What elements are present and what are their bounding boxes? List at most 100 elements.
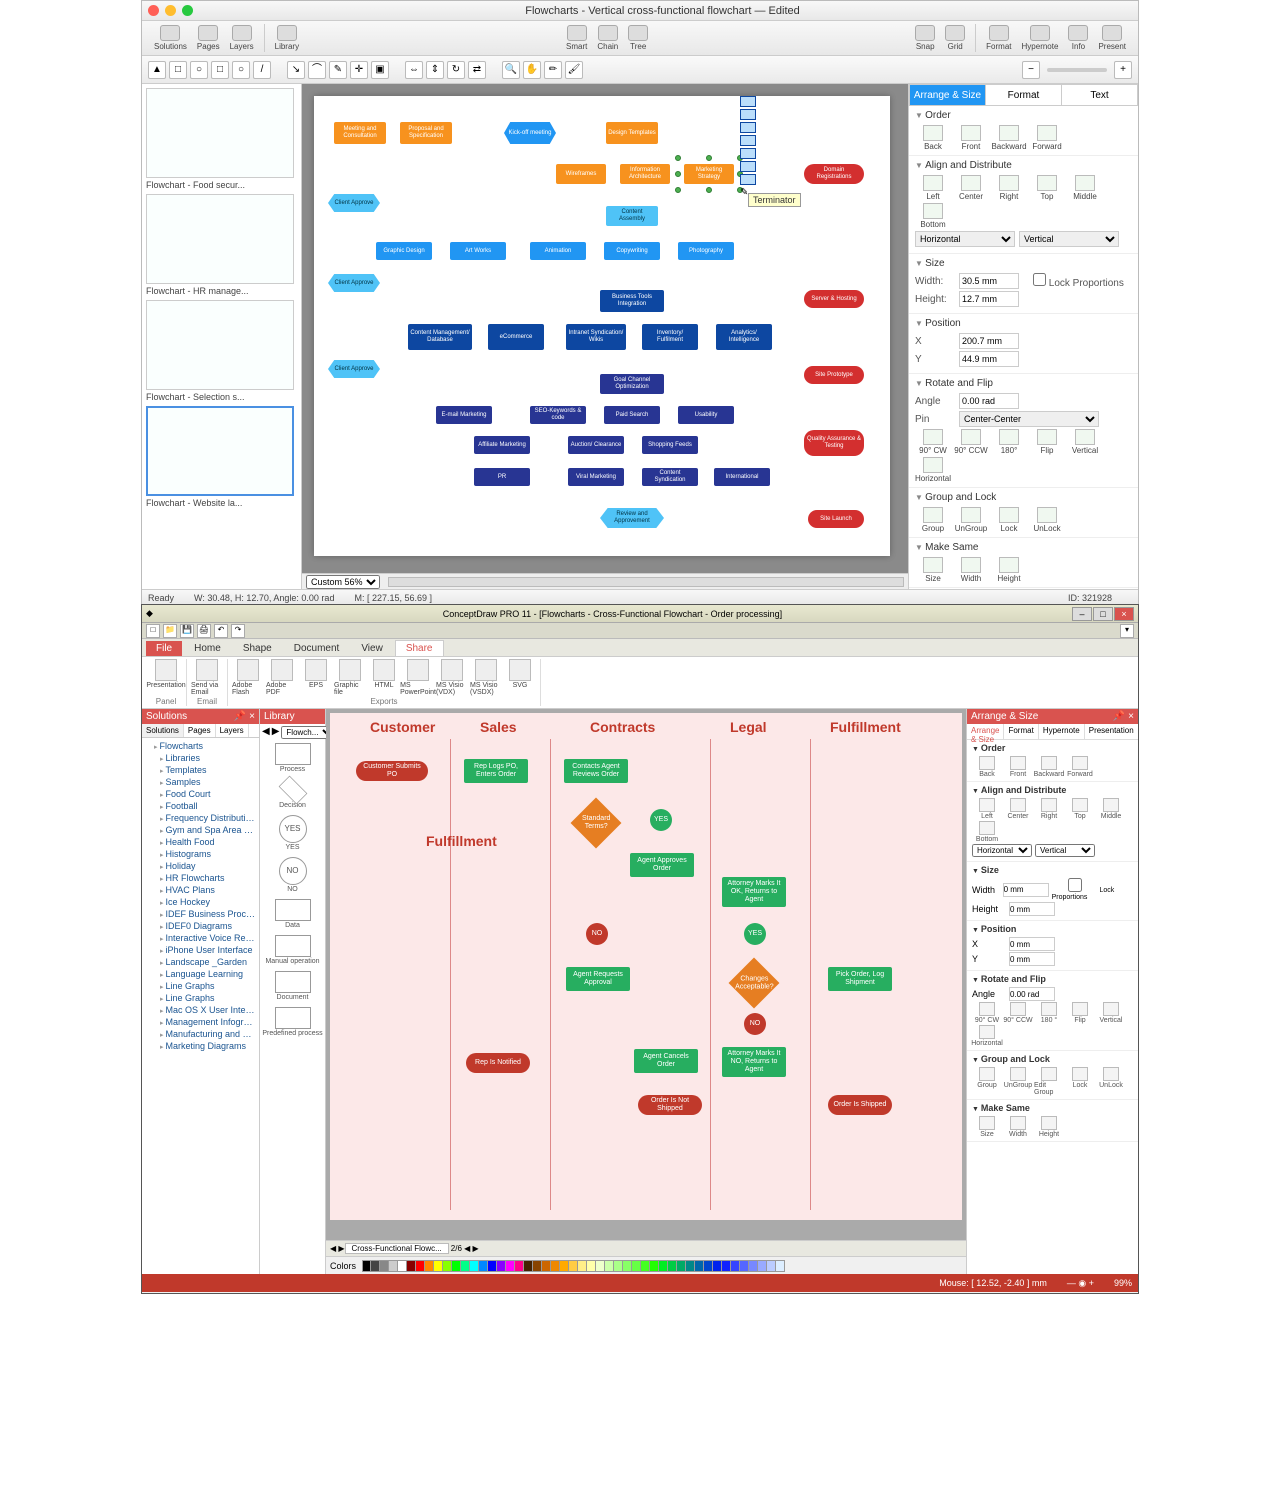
rect-tool-icon[interactable]: □ <box>211 61 229 79</box>
shape[interactable]: Agent Cancels Order <box>634 1049 698 1073</box>
tree-node[interactable]: IDEF Business Process Diagrams <box>144 908 257 920</box>
swatch[interactable] <box>749 1260 758 1272</box>
shape[interactable]: Content Syndication <box>642 468 698 486</box>
shape[interactable]: Standard Terms? <box>571 798 622 849</box>
shape[interactable]: E-mail Marketing <box>436 406 492 424</box>
rotate-ccw-button[interactable]: 90° CCW <box>953 429 989 455</box>
swatch[interactable] <box>659 1260 668 1272</box>
line-tool-icon[interactable]: / <box>253 61 271 79</box>
tree-node[interactable]: IDEF0 Diagrams <box>144 920 257 932</box>
library-item[interactable]: Decision <box>262 779 323 809</box>
swatch[interactable] <box>578 1260 587 1272</box>
qat-undo-icon[interactable]: ↶ <box>214 624 228 638</box>
swatch[interactable] <box>605 1260 614 1272</box>
tree-node[interactable]: Landscape _Garden <box>144 956 257 968</box>
rotate-180-button[interactable]: 180° <box>991 429 1027 455</box>
minimize-button[interactable]: – <box>1072 607 1092 621</box>
ungroup-button[interactable]: UnGroup <box>953 507 989 533</box>
swatch[interactable] <box>704 1260 713 1272</box>
ungroup-button[interactable]: UnGroup <box>1003 1067 1033 1096</box>
solutions-button[interactable]: Solutions <box>150 25 191 51</box>
height-input[interactable] <box>959 291 1019 307</box>
height-input[interactable] <box>1009 902 1055 916</box>
select-tool-icon[interactable]: □ <box>169 61 187 79</box>
tree-node[interactable]: Line Graphs <box>144 992 257 1004</box>
shape[interactable]: Paid Search <box>604 406 660 424</box>
tab-format[interactable]: Format <box>986 84 1062 106</box>
chain-button[interactable]: Chain <box>593 25 622 51</box>
palette-shape[interactable] <box>740 135 756 146</box>
snap-button[interactable]: Snap <box>911 25 939 51</box>
shape[interactable]: International <box>714 468 770 486</box>
qat-redo-icon[interactable]: ↷ <box>231 624 245 638</box>
swatch[interactable] <box>614 1260 623 1272</box>
crop-tool-icon[interactable]: ▣ <box>371 61 389 79</box>
ribbon-presentation-button[interactable]: Presentation <box>150 659 182 689</box>
swatch[interactable] <box>758 1260 767 1272</box>
swatch[interactable] <box>776 1260 785 1272</box>
ribbon-eps-button[interactable]: EPS <box>300 659 332 696</box>
ribbon-tab-shape[interactable]: Shape <box>233 641 282 656</box>
smart-button[interactable]: Smart <box>562 25 591 51</box>
shape[interactable]: Animation <box>530 242 586 260</box>
tree-node[interactable]: Samples <box>144 776 257 788</box>
tree-node[interactable]: Interactive Voice Response Diagrams <box>144 932 257 944</box>
page-thumbnail[interactable]: Flowchart - Selection s... <box>146 300 294 402</box>
swatch[interactable] <box>542 1260 551 1272</box>
tree-node[interactable]: Ice Hockey <box>144 896 257 908</box>
hand-tool-icon[interactable]: ✋ <box>523 61 541 79</box>
text-tool-icon[interactable]: ○ <box>190 61 208 79</box>
flip-h-button[interactable]: Horizontal <box>972 1025 1002 1047</box>
shape[interactable]: eCommerce <box>488 324 544 350</box>
front-button[interactable]: Front <box>1003 756 1033 778</box>
swatch[interactable] <box>380 1260 389 1272</box>
ribbon-tab-view[interactable]: View <box>351 641 393 656</box>
swatch[interactable] <box>389 1260 398 1272</box>
present-button[interactable]: Present <box>1094 25 1130 51</box>
swatch[interactable] <box>443 1260 452 1272</box>
flip-v-button[interactable]: Vertical <box>1067 429 1103 455</box>
rotate-tool-icon[interactable]: ↻ <box>447 61 465 79</box>
lock-button[interactable]: Lock <box>1065 1067 1095 1096</box>
swatch[interactable] <box>470 1260 479 1272</box>
shape[interactable]: Design Templates <box>606 122 658 144</box>
flip-h-button[interactable]: Horizontal <box>915 457 951 483</box>
shape[interactable]: Order Is Shipped <box>828 1095 892 1115</box>
shape[interactable]: Content Assembly <box>606 206 658 226</box>
shape[interactable]: Client Approve <box>328 360 380 378</box>
tree-node[interactable]: Marketing Diagrams <box>144 1040 257 1052</box>
shape[interactable]: Contacts Agent Reviews Order <box>564 759 628 783</box>
panel-tab-layers[interactable]: Layers <box>216 724 249 737</box>
lib-back-icon[interactable]: ◀ <box>262 726 270 739</box>
palette-shape[interactable] <box>740 161 756 172</box>
zoom-tool-icon[interactable]: 🔍 <box>502 61 520 79</box>
align-left-button[interactable]: Left <box>915 175 951 201</box>
align-bottom-button[interactable]: Bottom <box>915 203 951 229</box>
qat-print-icon[interactable]: 🖨 <box>197 624 211 638</box>
align-top-button[interactable]: Top <box>1065 798 1095 820</box>
swatch[interactable] <box>686 1260 695 1272</box>
shape[interactable]: Meeting and Consultation <box>334 122 386 144</box>
ribbon-email-button[interactable]: Send via Email <box>191 659 223 696</box>
shape[interactable]: Agent Requests Approval <box>566 967 630 991</box>
swatch[interactable] <box>677 1260 686 1272</box>
ribbon-html-button[interactable]: HTML <box>368 659 400 696</box>
library-button[interactable]: Library <box>271 25 303 51</box>
tree-node[interactable]: Food Court <box>144 788 257 800</box>
order-front-button[interactable]: Front <box>953 125 989 151</box>
palette-shape[interactable] <box>740 148 756 159</box>
align-right-button[interactable]: Right <box>991 175 1027 201</box>
swatch[interactable] <box>425 1260 434 1272</box>
tree-button[interactable]: Tree <box>624 25 652 51</box>
lock-proportions-checkbox[interactable] <box>1033 273 1046 286</box>
y-input[interactable] <box>1009 952 1055 966</box>
align-center-button[interactable]: Center <box>1003 798 1033 820</box>
palette-shape[interactable] <box>740 122 756 133</box>
format-button[interactable]: Format <box>982 25 1015 51</box>
shape[interactable]: Auction/ Clearance <box>568 436 624 454</box>
library-item[interactable]: Data <box>262 899 323 929</box>
shape[interactable]: Domain Registrations <box>804 164 864 184</box>
tree-node[interactable]: Frequency Distribution Dashboard <box>144 812 257 824</box>
h-scrollbar[interactable] <box>388 577 904 587</box>
shape[interactable]: Site Prototype <box>804 366 864 384</box>
